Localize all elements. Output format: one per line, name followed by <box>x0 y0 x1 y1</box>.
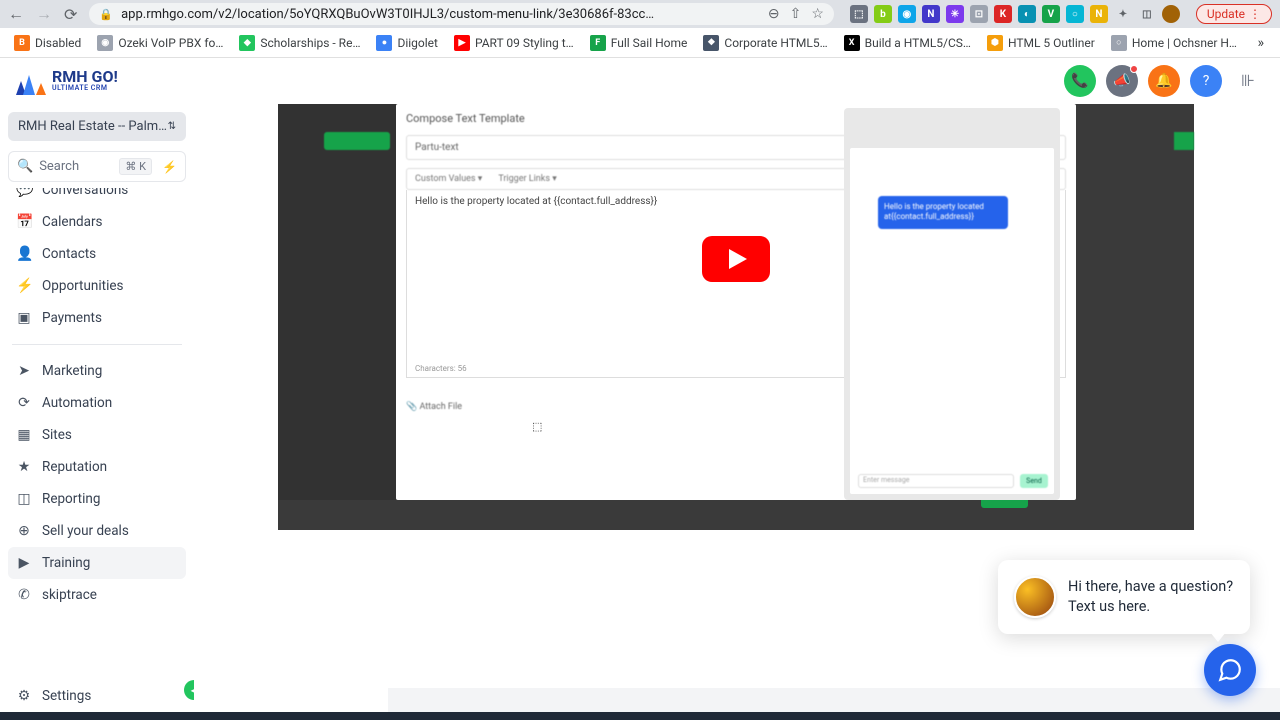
sidebar-item[interactable]: ▣Payments <box>8 302 186 334</box>
nav-icon: ▶ <box>16 555 32 571</box>
app-logo[interactable]: RMH GO! ULTIMATE CRM <box>16 67 118 95</box>
back-button[interactable]: ← <box>8 4 24 24</box>
nav-icon: ⚡ <box>16 278 32 294</box>
notifications-button[interactable]: 🔔 <box>1148 65 1180 97</box>
nav-icon: 📅 <box>16 214 32 230</box>
extension-icon[interactable]: b <box>874 5 892 23</box>
key-icon[interactable]: ⊖ <box>768 6 780 22</box>
sidebar-item[interactable]: ▦Sites <box>8 419 186 451</box>
help-button[interactable]: ? <box>1190 65 1222 97</box>
star-icon[interactable]: ☆ <box>811 6 824 22</box>
extension-icon[interactable]: K <box>994 5 1012 23</box>
cursor-icon: ⬚ <box>532 420 542 433</box>
nav-icon: ⊕ <box>16 523 32 539</box>
search-input[interactable]: 🔍 Search ⌘ K ⚡ <box>8 151 186 182</box>
sidebar-item[interactable]: 💬Conversations <box>8 188 186 206</box>
extension-icon[interactable]: ✳ <box>946 5 964 23</box>
sidebar-item[interactable]: ⟳Automation <box>8 387 186 419</box>
extensions-menu-icon[interactable]: ✦ <box>1114 5 1132 23</box>
sidebar-item[interactable]: 📅Calendars <box>8 206 186 238</box>
app-header: RMH GO! ULTIMATE CRM 📞 📣 🔔 ? ⊪ <box>0 58 1280 104</box>
extension-icon[interactable]: ◐ <box>1018 5 1036 23</box>
bookmark-item[interactable]: ▶PART 09 Styling t… <box>448 32 580 54</box>
bookmark-item[interactable]: ❖Corporate HTML5… <box>697 32 833 54</box>
phone-preview: Hello is the property located at{{contac… <box>844 108 1060 500</box>
forward-button[interactable]: → <box>36 4 52 24</box>
profile-avatar[interactable] <box>1162 5 1180 23</box>
bookmark-item[interactable]: ⬢HTML 5 Outliner <box>981 32 1101 54</box>
nav-icon: 💬 <box>16 188 32 198</box>
lock-icon: 🔒 <box>99 8 113 21</box>
bookmark-item[interactable]: FFull Sail Home <box>584 32 694 54</box>
extension-icon[interactable]: ◉ <box>898 5 916 23</box>
bookmark-item[interactable]: ◉Ozeki VoIP PBX fo… <box>91 32 229 54</box>
bookmark-favicon: ❖ <box>703 35 719 51</box>
url-text: app.rmhgo.com/v2/location/5oYQRXQBuOvW3T… <box>121 7 760 22</box>
bookmark-favicon: ○ <box>1111 35 1127 51</box>
nav-icon: ➤ <box>16 363 32 379</box>
chat-fab[interactable] <box>1204 644 1256 696</box>
sidebar-item[interactable]: ⚡Opportunities <box>8 270 186 302</box>
search-icon: 🔍 <box>17 159 33 174</box>
sidebar-item[interactable]: 👤Contacts <box>8 238 186 270</box>
bookmark-item[interactable]: ●Diigolet <box>370 32 444 54</box>
sidebar-item[interactable]: ◫Reporting <box>8 483 186 515</box>
extensions-tray: ⬚ b ◉ N ✳ ⊡ K ◐ V ○ N ✦ ◫ <box>846 5 1184 23</box>
nav-icon: ▦ <box>16 427 32 443</box>
gear-icon: ⚙ <box>16 688 32 704</box>
extension-icon[interactable]: V <box>1042 5 1060 23</box>
bookmark-favicon: ● <box>376 35 392 51</box>
bookmark-favicon: B <box>14 35 30 51</box>
share-icon[interactable]: ⇧ <box>790 6 802 22</box>
nav-icon: ◫ <box>16 491 32 507</box>
sidepanel-icon[interactable]: ◫ <box>1138 5 1156 23</box>
extension-icon[interactable]: N <box>922 5 940 23</box>
location-selector[interactable]: RMH Real Estate -- Palm… ⇅ <box>8 112 186 141</box>
bookmark-favicon: F <box>590 35 606 51</box>
sidebar-item[interactable]: ➤Marketing <box>8 355 186 387</box>
bookmark-favicon: ▶ <box>454 35 470 51</box>
announce-button[interactable]: 📣 <box>1106 65 1138 97</box>
sidebar-item[interactable]: ★Reputation <box>8 451 186 483</box>
shortcut-badge: ⌘ K <box>119 158 152 175</box>
bookmark-favicon: ◆ <box>239 35 255 51</box>
extension-icon[interactable]: N <box>1090 5 1108 23</box>
bolt-icon: ⚡ <box>162 160 177 174</box>
video-player[interactable]: Compose Text Template Partu-text Custom … <box>278 104 1194 530</box>
chevron-updown-icon: ⇅ <box>168 121 176 132</box>
bookmark-item[interactable]: ◆Scholarships - Re… <box>233 32 366 54</box>
extension-icon[interactable]: ⊡ <box>970 5 988 23</box>
nav-icon: ▣ <box>16 310 32 326</box>
chat-prompt[interactable]: Hi there, have a question? Text us here. <box>998 560 1250 634</box>
phone-button[interactable]: 📞 <box>1064 65 1096 97</box>
menu-icon[interactable]: ⊪ <box>1232 65 1264 97</box>
bookmark-favicon: ◉ <box>97 35 113 51</box>
bookmarks-overflow[interactable]: » <box>1249 35 1272 51</box>
nav-icon: ✆ <box>16 587 32 603</box>
extension-icon[interactable]: ⬚ <box>850 5 868 23</box>
update-button[interactable]: Update⋮ <box>1196 4 1272 24</box>
bookmark-item[interactable]: BDisabled <box>8 32 87 54</box>
bookmarks-bar: BDisabled◉Ozeki VoIP PBX fo…◆Scholarship… <box>0 28 1280 58</box>
sidebar-item-settings[interactable]: ⚙ Settings <box>8 680 186 712</box>
sidebar-item[interactable]: ✆skiptrace <box>8 579 186 611</box>
chat-avatar <box>1014 576 1056 618</box>
play-button[interactable] <box>702 236 770 282</box>
bookmark-item[interactable]: XBuild a HTML5/CS… <box>838 32 977 54</box>
address-bar[interactable]: 🔒 app.rmhgo.com/v2/location/5oYQRXQBuOvW… <box>89 3 833 25</box>
sidebar: RMH Real Estate -- Palm… ⇅ 🔍 Search ⌘ K … <box>0 104 194 720</box>
sidebar-item[interactable]: ▶Training <box>8 547 186 579</box>
bookmark-item[interactable]: ○Home | Ochsner H… <box>1105 32 1243 54</box>
sidebar-item[interactable]: ⊕Sell your deals <box>8 515 186 547</box>
nav-icon: 👤 <box>16 246 32 262</box>
browser-toolbar: ← → ⟳ 🔒 app.rmhgo.com/v2/location/5oYQRX… <box>0 0 1280 28</box>
bookmark-favicon: X <box>844 35 860 51</box>
reload-button[interactable]: ⟳ <box>64 5 77 24</box>
extension-icon[interactable]: ○ <box>1066 5 1084 23</box>
main-content: Compose Text Template Partu-text Custom … <box>194 104 1280 720</box>
nav-icon: ★ <box>16 459 32 475</box>
bookmark-favicon: ⬢ <box>987 35 1003 51</box>
nav-icon: ⟳ <box>16 395 32 411</box>
